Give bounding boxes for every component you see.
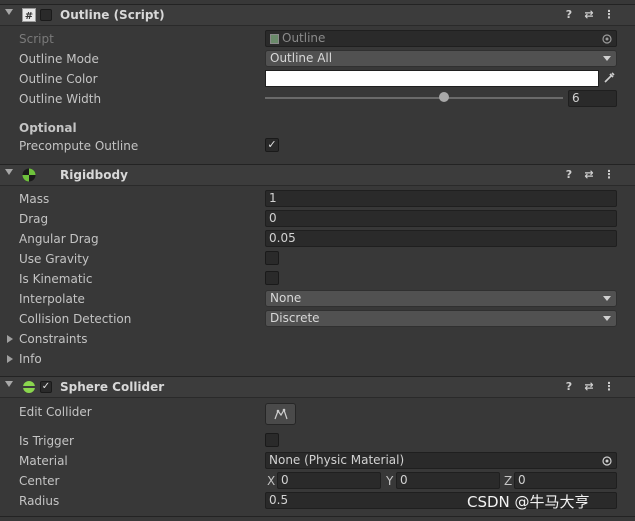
is-trigger-label: Is Trigger [19, 434, 74, 448]
help-icon[interactable]: ? [563, 381, 575, 393]
precompute-outline-label: Precompute Outline [19, 139, 139, 153]
is-trigger-checkbox[interactable] [265, 433, 279, 447]
outline-mode-label: Outline Mode [19, 52, 99, 66]
menu-icon[interactable]: ⋮ [603, 169, 615, 181]
use-gravity-label: Use Gravity [19, 252, 90, 266]
collision-detection-dropdown[interactable]: Discrete [265, 310, 617, 327]
eyedropper-icon[interactable] [602, 71, 616, 85]
interpolate-label: Interpolate [19, 292, 85, 306]
object-picker-icon[interactable] [602, 456, 612, 466]
chevron-down-icon [603, 56, 611, 61]
center-y-label: Y [386, 474, 394, 488]
outline-color-label: Outline Color [19, 72, 98, 86]
outline-width-slider-track[interactable] [265, 97, 563, 99]
edit-collider-button[interactable] [265, 403, 296, 425]
mass-field[interactable]: 1 [265, 190, 617, 207]
center-x-field[interactable]: 0 [277, 472, 381, 489]
sphere-collider-icon [23, 381, 35, 393]
info-label[interactable]: Info [19, 352, 42, 366]
outline-color-swatch[interactable] [265, 70, 599, 87]
outline-width-label: Outline Width [19, 92, 102, 106]
outline-mode-dropdown[interactable]: Outline All [265, 50, 617, 67]
material-field[interactable]: None (Physic Material) [265, 452, 617, 469]
outline-width-field[interactable]: 6 [568, 90, 617, 107]
sphere-collider-title: Sphere Collider [60, 380, 165, 394]
rigidbody-title: Rigidbody [60, 168, 128, 182]
svg-text:#: # [25, 11, 33, 22]
optional-heading: Optional [19, 121, 77, 135]
radius-label: Radius [19, 494, 60, 508]
drag-label: Drag [19, 212, 49, 226]
collision-detection-label: Collision Detection [19, 312, 132, 326]
sphere-collider-foldout-icon[interactable] [5, 381, 13, 387]
mass-label: Mass [19, 192, 50, 206]
preset-icon[interactable]: ⇄ [583, 169, 595, 181]
edit-collider-icon [274, 408, 288, 420]
center-x-label: X [267, 474, 276, 488]
is-kinematic-checkbox[interactable] [265, 271, 279, 285]
outline-width-slider-thumb[interactable] [438, 92, 449, 102]
drag-field[interactable]: 0 [265, 210, 617, 227]
center-z-field[interactable]: 0 [514, 472, 617, 489]
script-field[interactable]: Outline [265, 30, 617, 47]
rigidbody-icon [22, 168, 36, 182]
material-label: Material [19, 454, 68, 468]
menu-icon[interactable]: ⋮ [603, 9, 615, 21]
menu-icon[interactable]: ⋮ [603, 381, 615, 393]
center-z-label: Z [504, 474, 513, 488]
edit-collider-label: Edit Collider [19, 405, 92, 419]
sphere-collider-header[interactable]: ✓ Sphere Collider ? ⇄ ⋮ [0, 376, 635, 398]
preset-icon[interactable]: ⇄ [583, 9, 595, 21]
outline-enabled-checkbox[interactable] [40, 9, 52, 21]
script-file-icon [270, 34, 279, 44]
use-gravity-checkbox[interactable] [265, 251, 279, 265]
outline-foldout-icon[interactable] [5, 9, 13, 15]
help-icon[interactable]: ? [563, 9, 575, 21]
preset-icon[interactable]: ⇄ [583, 381, 595, 393]
angular-drag-label: Angular Drag [19, 232, 99, 246]
constraints-foldout-icon[interactable] [7, 335, 13, 343]
outline-title: Outline (Script) [60, 8, 165, 22]
chevron-down-icon [603, 316, 611, 321]
rigidbody-header[interactable]: Rigidbody ? ⇄ ⋮ [0, 164, 635, 186]
object-picker-icon[interactable] [602, 34, 612, 44]
chevron-down-icon [603, 296, 611, 301]
interpolate-dropdown[interactable]: None [265, 290, 617, 307]
center-label: Center [19, 474, 60, 488]
script-icon: # [22, 8, 36, 22]
script-label: Script [19, 32, 54, 46]
help-icon[interactable]: ? [563, 169, 575, 181]
precompute-outline-checkbox[interactable]: ✓ [265, 138, 279, 152]
is-kinematic-label: Is Kinematic [19, 272, 93, 286]
center-y-field[interactable]: 0 [396, 472, 500, 489]
bottom-divider [0, 516, 635, 517]
info-foldout-icon[interactable] [7, 355, 13, 363]
watermark-text: CSDN @牛马大亨 [467, 493, 590, 511]
rigidbody-foldout-icon[interactable] [5, 169, 13, 175]
angular-drag-field[interactable]: 0.05 [265, 230, 617, 247]
constraints-label[interactable]: Constraints [19, 332, 87, 346]
outline-header[interactable]: # Outline (Script) ? ⇄ ⋮ [0, 4, 635, 26]
sphere-collider-enabled-checkbox[interactable]: ✓ [40, 381, 52, 393]
